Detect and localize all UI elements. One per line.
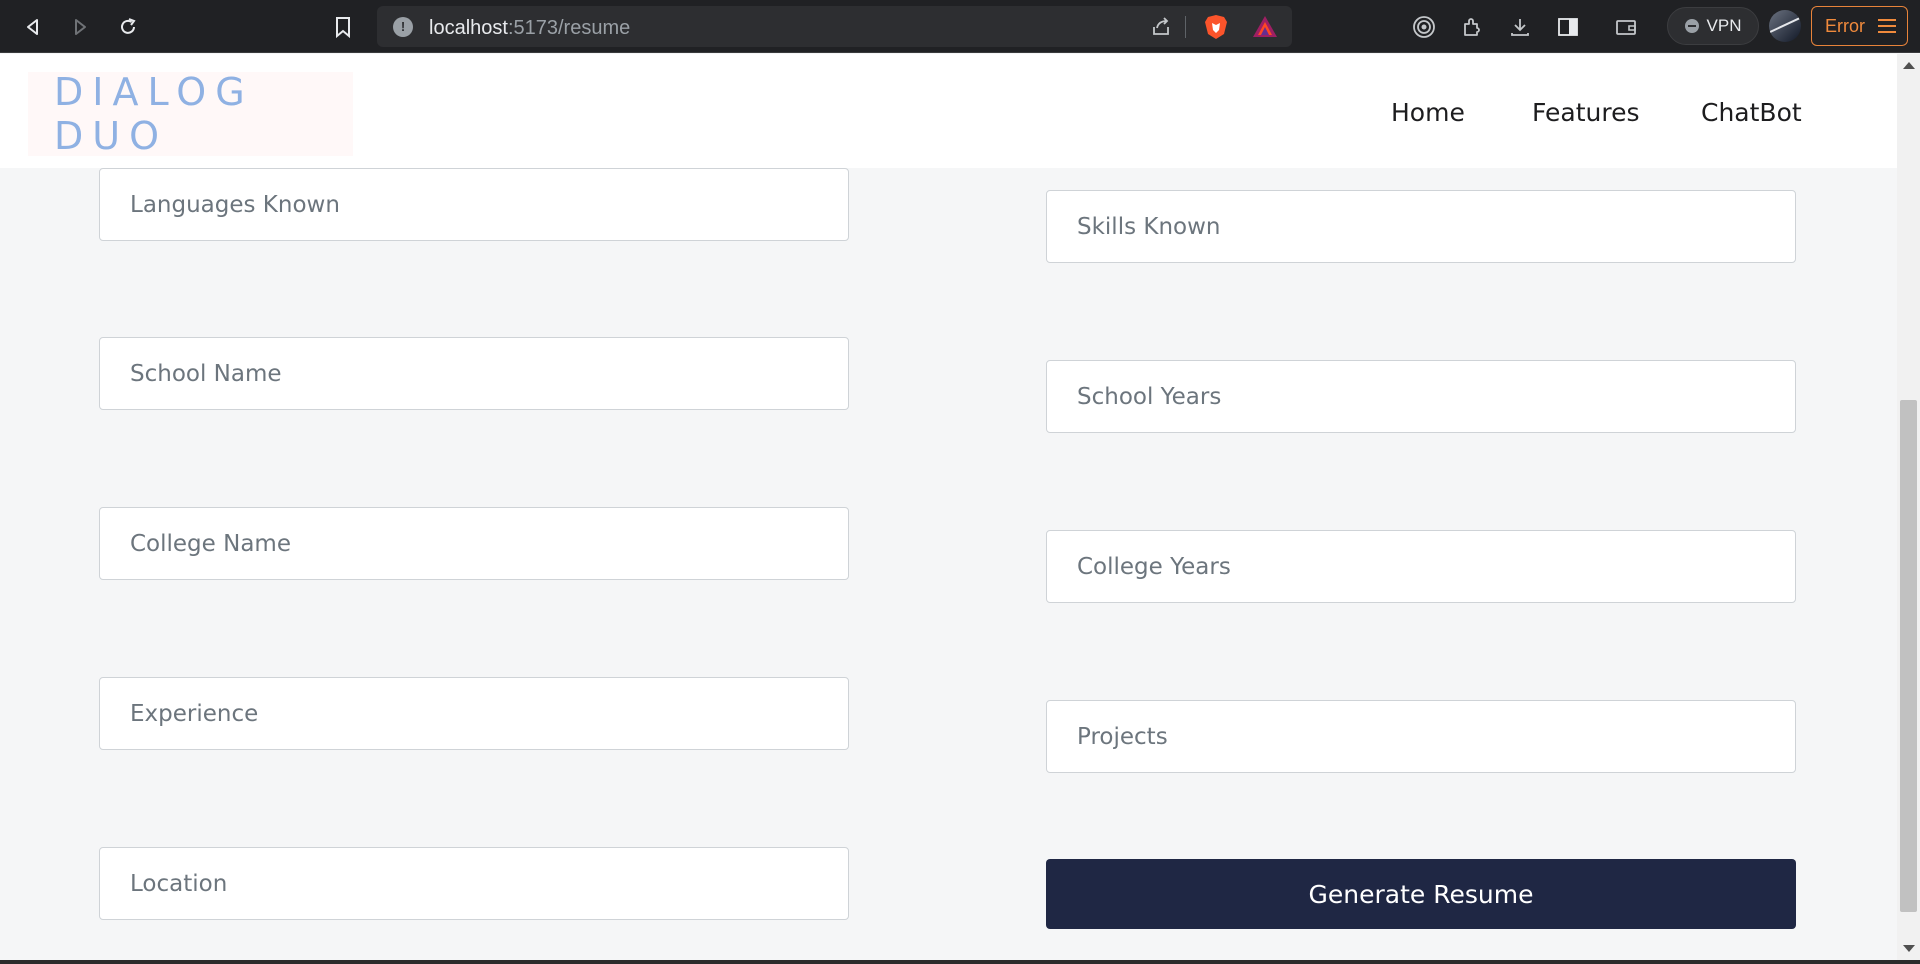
college-years-input[interactable] (1046, 530, 1796, 603)
back-button[interactable] (18, 12, 48, 42)
radio-icon (1413, 16, 1435, 38)
bookmark-button[interactable] (328, 12, 358, 42)
nav-link-chatbot[interactable]: ChatBot (1701, 98, 1802, 127)
brave-rewards-icon[interactable] (1252, 15, 1278, 39)
error-menu-button[interactable]: Error (1811, 6, 1908, 46)
forward-button[interactable] (65, 12, 95, 42)
address-bar[interactable]: ! localhost:5173/resume (377, 6, 1292, 47)
school-years-input[interactable] (1046, 360, 1796, 433)
site-navbar: DIALOG DUO Home Features ChatBot (0, 54, 1897, 168)
browser-toolbar: ! localhost:5173/resume VPN Error (0, 0, 1920, 53)
nav-link-features[interactable]: Features (1532, 98, 1640, 127)
divider (1185, 16, 1186, 38)
url-text: localhost:5173/resume (429, 17, 630, 40)
reload-button[interactable] (113, 12, 143, 42)
page-viewport: Generate Resume DIALOG DUO Home Features… (0, 54, 1897, 960)
sidebar-icon (1558, 18, 1578, 36)
radio-button[interactable] (1409, 12, 1439, 42)
vpn-button[interactable]: VPN (1667, 7, 1759, 45)
vpn-label: VPN (1706, 16, 1742, 35)
download-button[interactable] (1505, 12, 1535, 42)
reload-icon (121, 18, 136, 34)
generate-resume-button[interactable]: Generate Resume (1046, 859, 1796, 929)
nav-link-home[interactable]: Home (1391, 98, 1465, 127)
wallet-icon (1616, 20, 1636, 35)
url-host: localhost (429, 17, 508, 39)
college-name-input[interactable] (99, 507, 849, 580)
logo-container[interactable]: DIALOG DUO (28, 70, 353, 158)
scrollbar-thumb[interactable] (1900, 400, 1917, 912)
sidebar-button[interactable] (1553, 12, 1583, 42)
download-icon (1511, 19, 1529, 36)
vpn-status-icon (1684, 19, 1699, 33)
site-info-icon[interactable]: ! (393, 17, 413, 37)
menu-icon (1878, 19, 1896, 33)
page-scrollbar[interactable] (1897, 54, 1920, 960)
skills-known-input[interactable] (1046, 190, 1796, 263)
brave-shield-icon[interactable] (1204, 14, 1228, 40)
share-icon[interactable] (1150, 15, 1172, 37)
url-path: :5173/resume (507, 17, 631, 39)
profile-avatar[interactable] (1769, 10, 1801, 42)
error-label: Error (1825, 15, 1865, 36)
forward-icon (75, 19, 86, 35)
window-bottom-edge (0, 960, 1920, 964)
bookmark-icon (336, 17, 350, 38)
languages-known-input[interactable] (99, 168, 849, 241)
school-name-input[interactable] (99, 337, 849, 410)
wallet-button[interactable] (1611, 12, 1641, 42)
scroll-up-arrow-icon[interactable] (1903, 62, 1915, 69)
projects-input[interactable] (1046, 700, 1796, 773)
location-input[interactable] (99, 847, 849, 920)
back-icon (27, 19, 38, 35)
extensions-icon (1464, 18, 1480, 36)
experience-input[interactable] (99, 677, 849, 750)
scroll-down-arrow-icon[interactable] (1903, 945, 1915, 952)
site-logo: DIALOG DUO (54, 70, 254, 158)
extensions-button[interactable] (1457, 12, 1487, 42)
